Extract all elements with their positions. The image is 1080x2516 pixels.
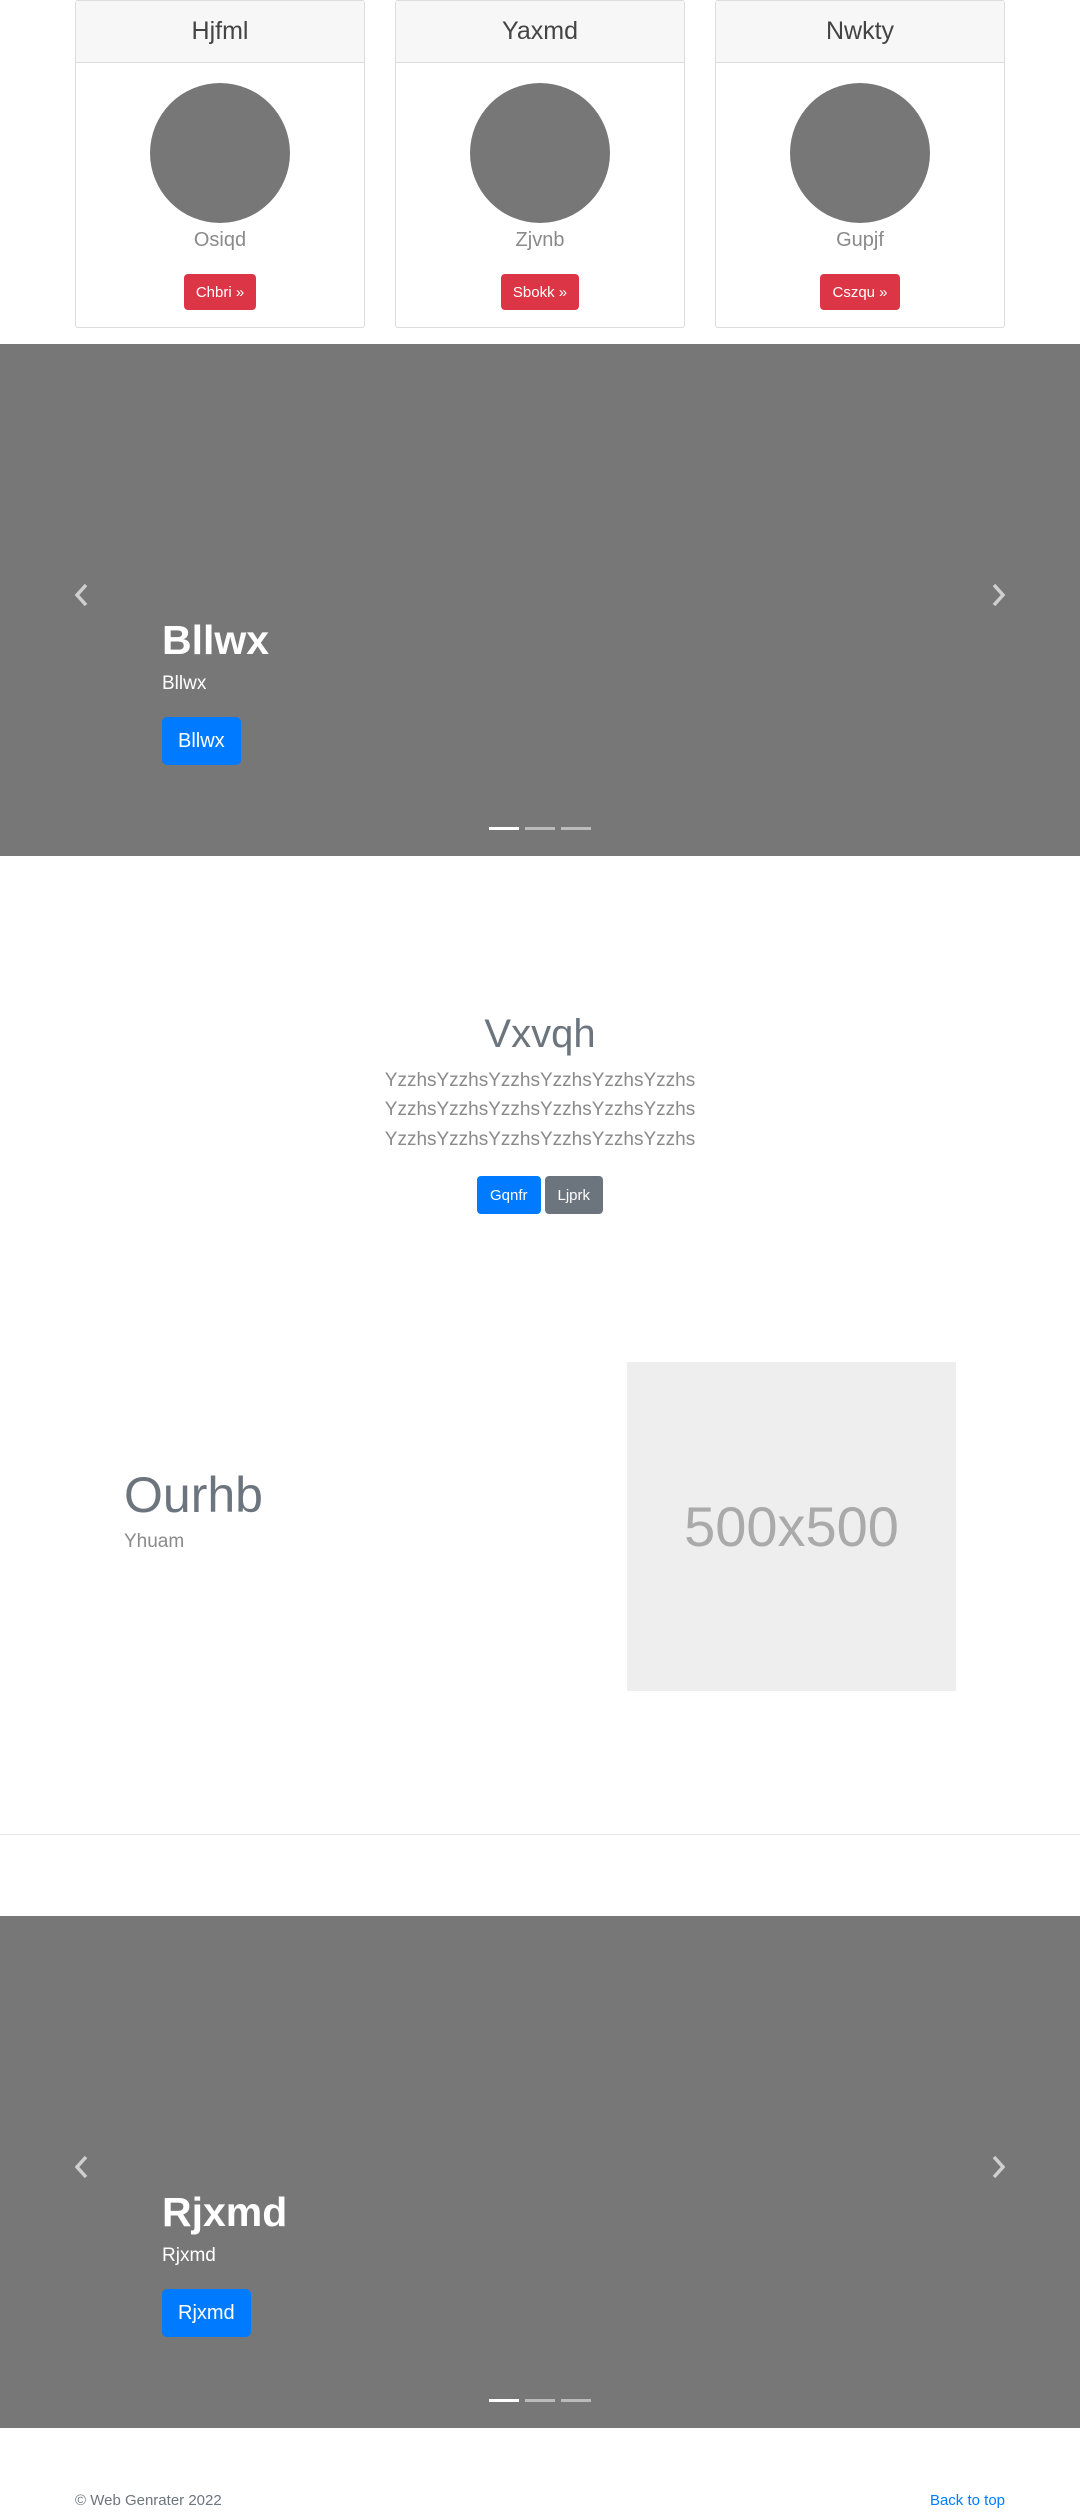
placeholder-label: 500x500 — [684, 1495, 899, 1558]
card-button[interactable]: Sbokk » — [500, 274, 580, 310]
chevron-left-icon — [74, 2155, 88, 2179]
card-header: Hjfml — [76, 1, 364, 63]
carousel-indicator[interactable] — [525, 827, 555, 830]
card-name: Gupjf — [836, 229, 884, 251]
carousel-title: Bllwx — [162, 617, 270, 663]
carousel-indicator[interactable] — [489, 827, 519, 830]
carousel-next-button[interactable] — [986, 580, 1010, 610]
carousel-caption: Bllwx Bllwx Bllwx — [162, 616, 270, 766]
carousel-text: Rjxmd — [162, 2245, 216, 2267]
carousel-indicator[interactable] — [525, 2399, 555, 2402]
card-body: Zjvnb Sbokk » — [396, 63, 684, 327]
carousel-indicator[interactable] — [561, 827, 591, 830]
jumbotron-buttons: Gqnfr Ljprk — [0, 1176, 1080, 1215]
featurette-subtitle: Yhuam — [124, 1531, 185, 1552]
carousel-indicators — [0, 827, 1080, 830]
card-name: Osiqd — [193, 229, 247, 251]
jumbotron-secondary-button[interactable]: Ljprk — [544, 1176, 604, 1215]
card-3: Nwkty Gupjf Cszqu » — [715, 0, 1005, 328]
card-1: Hjfml Osiqd Chbri » — [75, 0, 365, 328]
chevron-right-icon — [992, 583, 1006, 607]
jumbotron-primary-button[interactable]: Gqnfr — [476, 1176, 541, 1215]
card-row: Hjfml Osiqd Chbri » Yaxmd Zjvnb Sbokk » … — [75, 0, 1005, 328]
card-body: Osiqd Chbri » — [76, 63, 364, 327]
card-name: Zjvnb — [515, 229, 565, 251]
card-header: Nwkty — [716, 1, 1004, 63]
card-header: Yaxmd — [396, 1, 684, 63]
jumbotron-title: Vxvqh — [484, 1012, 596, 1056]
carousel-indicator[interactable] — [489, 2399, 519, 2402]
carousel-indicator[interactable] — [561, 2399, 591, 2402]
featurette-title: Ourhb — [124, 1467, 263, 1523]
carousel-1: Bllwx Bllwx Bllwx — [0, 344, 1080, 856]
carousel-next-button[interactable] — [986, 2152, 1010, 2182]
carousel-indicators — [0, 2399, 1080, 2402]
carousel-button[interactable]: Bllwx — [162, 717, 241, 766]
avatar — [470, 83, 610, 223]
chevron-right-icon — [992, 2155, 1006, 2179]
footer: © Web Genrater 2022 Back to top — [75, 2492, 1005, 2509]
card-button[interactable]: Chbri » — [183, 274, 257, 310]
card-2: Yaxmd Zjvnb Sbokk » — [395, 0, 685, 328]
card-button[interactable]: Cszqu » — [820, 274, 900, 310]
jumbotron-text: YzzhsYzzhsYzzhsYzzhsYzzhsYzzhs YzzhsYzzh… — [384, 1070, 696, 1150]
carousel-button[interactable]: Rjxmd — [162, 2289, 251, 2338]
carousel-text: Bllwx — [162, 673, 207, 695]
chevron-left-icon — [74, 583, 88, 607]
carousel-prev-button[interactable] — [70, 2152, 94, 2182]
card-body: Gupjf Cszqu » — [716, 63, 1004, 327]
copyright-text: © Web Genrater 2022 — [75, 2492, 222, 2509]
carousel-prev-button[interactable] — [70, 580, 94, 610]
featurette-text: Ourhb Yhuam — [124, 1468, 263, 1553]
carousel-2: Rjxmd Rjxmd Rjxmd — [0, 1916, 1080, 2428]
carousel-title: Rjxmd — [162, 2189, 288, 2235]
featurette-image-placeholder: 500x500 — [627, 1362, 956, 1691]
avatar — [150, 83, 290, 223]
jumbotron: Vxvqh YzzhsYzzhsYzzhsYzzhsYzzhsYzzhs Yzz… — [0, 1010, 1080, 1215]
carousel-caption: Rjxmd Rjxmd Rjxmd — [162, 2188, 288, 2338]
divider — [0, 1834, 1080, 1835]
avatar — [790, 83, 930, 223]
back-to-top-link[interactable]: Back to top — [930, 2492, 1005, 2509]
